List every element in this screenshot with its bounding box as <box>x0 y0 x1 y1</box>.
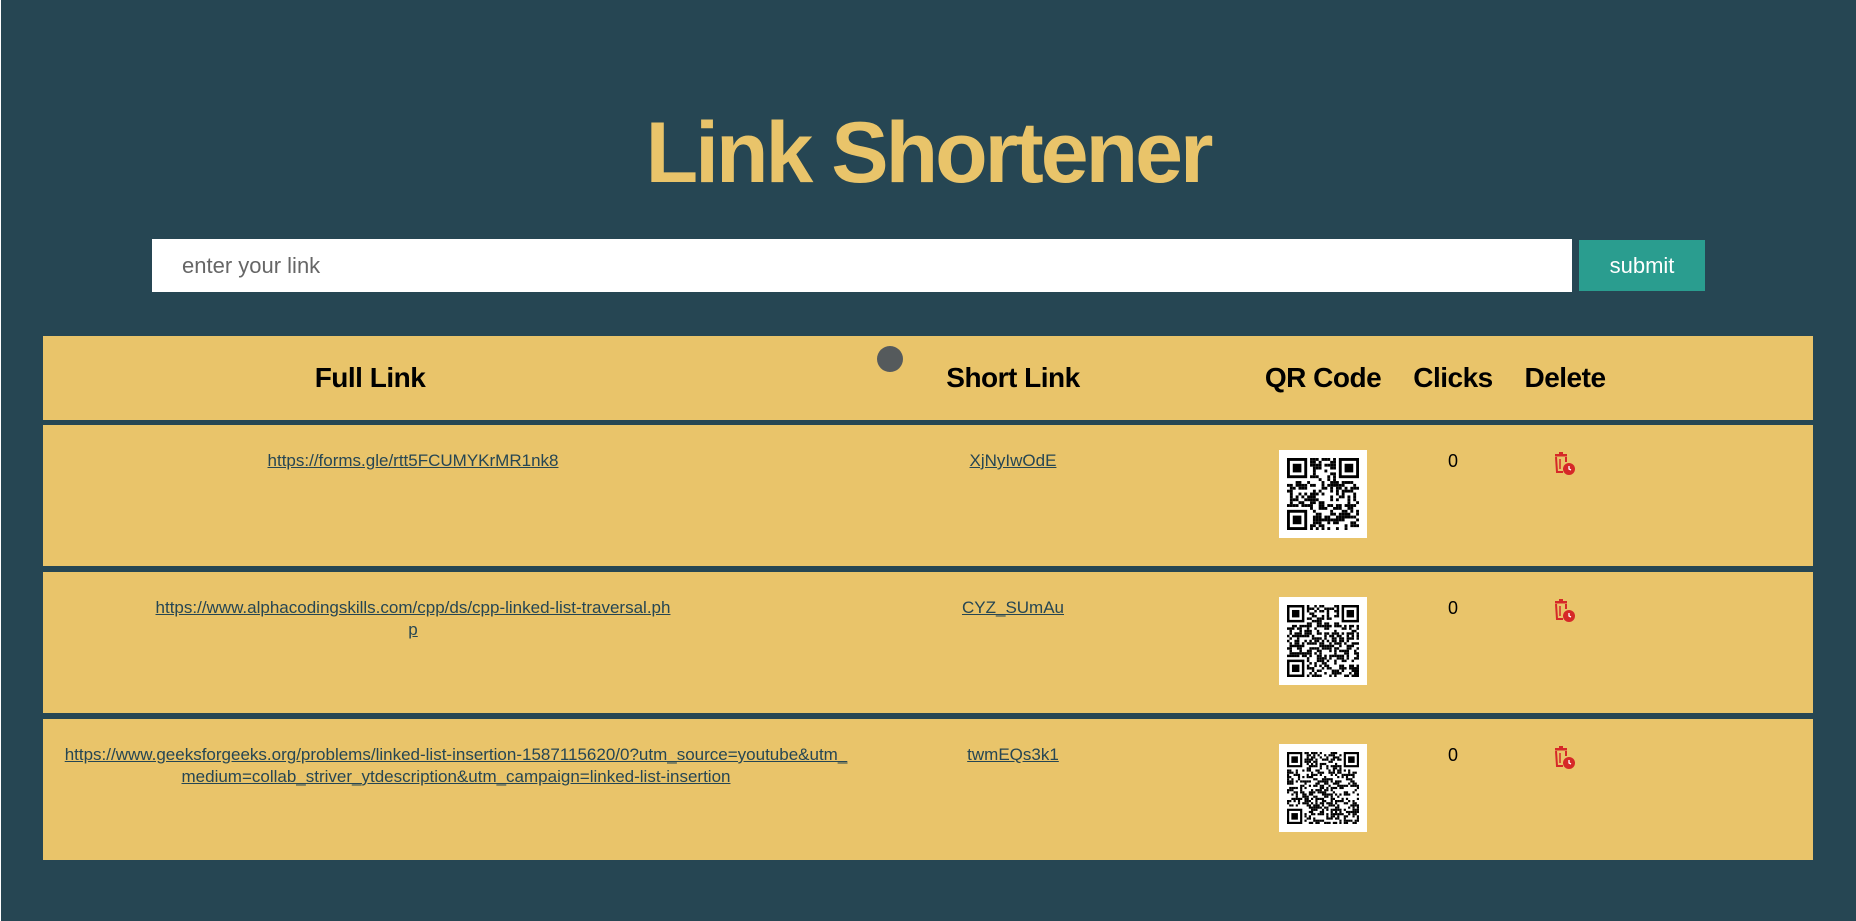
page-title: Link Shortener <box>645 105 1214 201</box>
short-link[interactable]: CYZ_SUmAu <box>893 597 1133 619</box>
trash-clock-icon[interactable] <box>1551 451 1577 477</box>
qr-code-image <box>1279 744 1367 832</box>
short-link[interactable]: XjNyIwOdE <box>893 450 1133 472</box>
qr-code-graphic <box>1287 752 1359 824</box>
click-count: 0 <box>1447 451 1458 471</box>
trash-clock-icon[interactable] <box>1551 598 1577 624</box>
full-link[interactable]: https://www.alphacodingskills.com/cpp/ds… <box>153 597 673 641</box>
column-header-qr-code: QR Code <box>1264 362 1382 393</box>
column-header-short-link: Short Link <box>946 362 1080 393</box>
full-link[interactable]: https://www.geeksforgeeks.org/problems/l… <box>61 744 851 788</box>
column-header-clicks: Clicks <box>1413 362 1493 393</box>
qr-code-graphic <box>1287 458 1359 530</box>
table-header-row: Full Link Short Link QR Code Clicks Dele… <box>43 336 1813 420</box>
link-input[interactable] <box>152 239 1572 292</box>
submit-button[interactable]: submit <box>1579 240 1705 291</box>
table-row: https://forms.gle/rtt5FCUMYKrMR1nk8 XjNy… <box>43 425 1813 566</box>
qr-code-image <box>1279 597 1367 685</box>
trash-clock-icon[interactable] <box>1551 745 1577 771</box>
click-count: 0 <box>1447 598 1458 618</box>
click-count: 0 <box>1447 745 1458 765</box>
full-link[interactable]: https://forms.gle/rtt5FCUMYKrMR1nk8 <box>153 450 673 472</box>
short-link[interactable]: twmEQs3k1 <box>893 744 1133 766</box>
table-row: https://www.geeksforgeeks.org/problems/l… <box>43 719 1813 860</box>
qr-code-graphic <box>1287 605 1359 677</box>
qr-code-image <box>1279 450 1367 538</box>
mouse-cursor <box>877 346 903 372</box>
column-header-delete: Delete <box>1524 362 1606 393</box>
table-row: https://www.alphacodingskills.com/cpp/ds… <box>43 572 1813 713</box>
column-header-full-link: Full Link <box>314 362 426 393</box>
